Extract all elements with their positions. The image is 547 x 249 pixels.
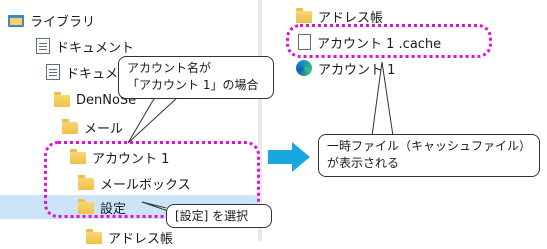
callout-line: が表示される: [327, 156, 400, 170]
callout-line: 一時ファイル（キャッシュファイル）: [327, 139, 532, 153]
cache-callout-pointer: [371, 61, 394, 137]
select-settings-callout: [設定] を選択: [166, 204, 272, 228]
callout-pointers: [127, 61, 394, 214]
callout-line: アカウント名が: [127, 61, 212, 75]
right-arrow-icon: [268, 142, 310, 172]
account-callout-pointer: [127, 96, 179, 144]
callout-line: 「アカウント 1」の場合: [127, 78, 259, 92]
callout-line: [設定] を選択: [175, 209, 249, 223]
temp-file-callout: 一時ファイル（キャッシュファイル） が表示される: [318, 134, 540, 177]
account-name-callout: アカウント名が 「アカウント 1」の場合: [118, 56, 274, 99]
